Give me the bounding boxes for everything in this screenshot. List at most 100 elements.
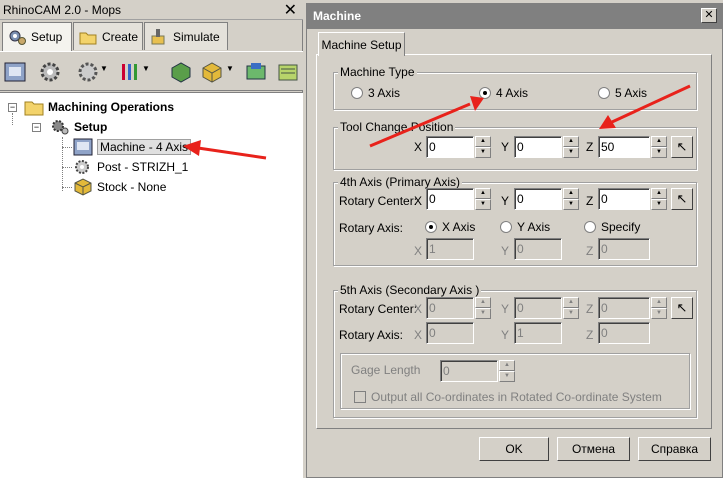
post-gear-icon bbox=[75, 160, 89, 174]
help-button[interactable]: Справка bbox=[638, 437, 711, 461]
axis4-x-spinner[interactable]: ▲ ▼ bbox=[475, 188, 491, 210]
spin-down-icon[interactable]: ▼ bbox=[651, 199, 667, 210]
radio-circle bbox=[500, 221, 512, 233]
spin-up-icon[interactable]: ▲ bbox=[651, 136, 667, 147]
gage-length-label: Gage Length bbox=[351, 363, 421, 377]
tool-y-input[interactable]: 0 bbox=[514, 136, 562, 158]
part-icon[interactable] bbox=[276, 60, 300, 84]
radio-x-axis-label: X Axis bbox=[442, 220, 476, 234]
simulate-icon bbox=[151, 28, 165, 44]
axis4-vy-input: 0 bbox=[514, 238, 562, 260]
spin-up-icon[interactable]: ▲ bbox=[475, 188, 491, 199]
axis4-pick-point-icon[interactable]: ↖ bbox=[671, 188, 693, 210]
spin-down-icon[interactable]: ▼ bbox=[651, 147, 667, 158]
spin-down-icon[interactable]: ▼ bbox=[475, 147, 491, 158]
tool-x-input[interactable]: 0 bbox=[426, 136, 474, 158]
tree-line bbox=[62, 187, 72, 188]
spin-up-icon: ▲ bbox=[475, 297, 491, 308]
setup-gear-icon bbox=[9, 30, 26, 45]
post-gear-icon[interactable] bbox=[38, 60, 62, 84]
fixture-icon[interactable] bbox=[244, 60, 268, 84]
chevron-down-icon[interactable]: ▼ bbox=[100, 64, 108, 73]
tab-create[interactable]: Create bbox=[73, 22, 143, 50]
axis5-y-label: Y bbox=[501, 302, 510, 316]
axis4-x-label: X bbox=[414, 194, 423, 208]
tools-icon[interactable] bbox=[118, 60, 142, 84]
chevron-down-icon[interactable]: ▼ bbox=[142, 64, 150, 73]
axis5-y-spinner: ▲ ▼ bbox=[563, 297, 579, 319]
box-icon[interactable] bbox=[200, 60, 224, 84]
spin-down-icon[interactable]: ▼ bbox=[563, 199, 579, 210]
tool-z-input[interactable]: 50 bbox=[598, 136, 650, 158]
axis5-rotary-center-label: Rotary Center: bbox=[339, 302, 418, 316]
gage-length-spinner: ▲ ▼ bbox=[499, 360, 515, 382]
expand-toggle[interactable]: − bbox=[32, 123, 41, 132]
group-tool-change-label: Tool Change Position bbox=[338, 120, 456, 134]
axis4-y-spinner[interactable]: ▲ ▼ bbox=[563, 188, 579, 210]
settings-gear-icon[interactable] bbox=[76, 60, 100, 84]
tool-pick-point-icon[interactable]: ↖ bbox=[671, 136, 693, 158]
axis5-vx-input: 0 bbox=[426, 322, 474, 344]
axis5-rotary-axis-label: Rotary Axis: bbox=[339, 328, 404, 342]
spin-down-icon[interactable]: ▼ bbox=[563, 147, 579, 158]
axis4-vx-label: X bbox=[414, 244, 423, 258]
axis4-z-input[interactable]: 0 bbox=[598, 188, 650, 210]
axis4-vz-label: Z bbox=[586, 244, 594, 258]
axis5-pick-point-icon[interactable]: ↖ bbox=[671, 297, 693, 319]
axis4-vy-label: Y bbox=[501, 244, 510, 258]
tree-item-stock[interactable]: Stock - None bbox=[73, 178, 166, 196]
radio-4-axis[interactable]: 4 Axis bbox=[479, 86, 528, 100]
ok-button[interactable]: OK bbox=[479, 437, 549, 461]
spin-up-icon[interactable]: ▲ bbox=[563, 136, 579, 147]
radio-y-axis[interactable]: Y Axis bbox=[500, 220, 550, 234]
tree-line bbox=[12, 113, 13, 125]
radio-specify[interactable]: Specify bbox=[584, 220, 640, 234]
spin-up-icon[interactable]: ▲ bbox=[475, 136, 491, 147]
axis4-z-spinner[interactable]: ▲ ▼ bbox=[651, 188, 667, 210]
chevron-down-icon[interactable]: ▼ bbox=[226, 64, 234, 73]
spin-down-icon: ▼ bbox=[475, 308, 491, 319]
spin-up-icon[interactable]: ▲ bbox=[563, 188, 579, 199]
axis4-x-input[interactable]: 0 bbox=[426, 188, 474, 210]
tree-root-label: Machining Operations bbox=[48, 100, 175, 114]
axis5-y-input: 0 bbox=[514, 297, 562, 319]
spin-down-icon: ▼ bbox=[563, 308, 579, 319]
machine-icon[interactable] bbox=[3, 60, 27, 84]
panel-close-icon[interactable]: ✕ bbox=[284, 0, 297, 20]
tree-item-machine[interactable]: Machine - 4 Axis bbox=[73, 138, 192, 156]
axis4-y-input[interactable]: 0 bbox=[514, 188, 562, 210]
tab-setup[interactable]: Setup bbox=[2, 22, 72, 51]
axis4-rotary-axis-label: Rotary Axis: bbox=[339, 221, 404, 235]
tree-setup[interactable]: Setup bbox=[50, 118, 107, 136]
stock-icon[interactable] bbox=[169, 60, 193, 84]
spin-down-icon[interactable]: ▼ bbox=[475, 199, 491, 210]
axis5-x-input: 0 bbox=[426, 297, 474, 319]
folder-icon bbox=[24, 101, 44, 116]
group-machine-type-label: Machine Type bbox=[338, 65, 417, 79]
dialog-title: Machine bbox=[313, 9, 362, 23]
tool-z-spinner[interactable]: ▲ ▼ bbox=[651, 136, 667, 158]
tree-item-post[interactable]: Post - STRIZH_1 bbox=[73, 158, 188, 176]
tab-simulate[interactable]: Simulate bbox=[144, 22, 228, 50]
axis5-vz-input: 0 bbox=[598, 322, 650, 344]
tool-x-spinner[interactable]: ▲ ▼ bbox=[475, 136, 491, 158]
radio-5-axis[interactable]: 5 Axis bbox=[598, 86, 647, 100]
tree-root[interactable]: Machining Operations bbox=[24, 98, 174, 116]
tool-y-spinner[interactable]: ▲ ▼ bbox=[563, 136, 579, 158]
radio-x-axis[interactable]: X Axis bbox=[425, 220, 475, 234]
tab-machine-setup[interactable]: Machine Setup bbox=[318, 32, 405, 56]
dialog-close-icon[interactable]: ✕ bbox=[701, 8, 717, 23]
spin-up-icon[interactable]: ▲ bbox=[651, 188, 667, 199]
panel-title-bar: RhinoCAM 2.0 - Mops ✕ bbox=[0, 0, 303, 20]
radio-3-axis[interactable]: 3 Axis bbox=[351, 86, 400, 100]
cancel-button[interactable]: Отмена bbox=[557, 437, 630, 461]
machine-icon bbox=[73, 138, 93, 156]
tab-simulate-label: Simulate bbox=[173, 29, 220, 44]
radio-3-axis-label: 3 Axis bbox=[368, 86, 401, 100]
radio-y-axis-label: Y Axis bbox=[517, 220, 551, 234]
expand-toggle[interactable]: − bbox=[8, 103, 17, 112]
setup-gear-icon bbox=[52, 120, 69, 135]
radio-circle-selected bbox=[479, 87, 491, 99]
radio-circle bbox=[351, 87, 363, 99]
tab-setup-label: Setup bbox=[31, 30, 63, 44]
